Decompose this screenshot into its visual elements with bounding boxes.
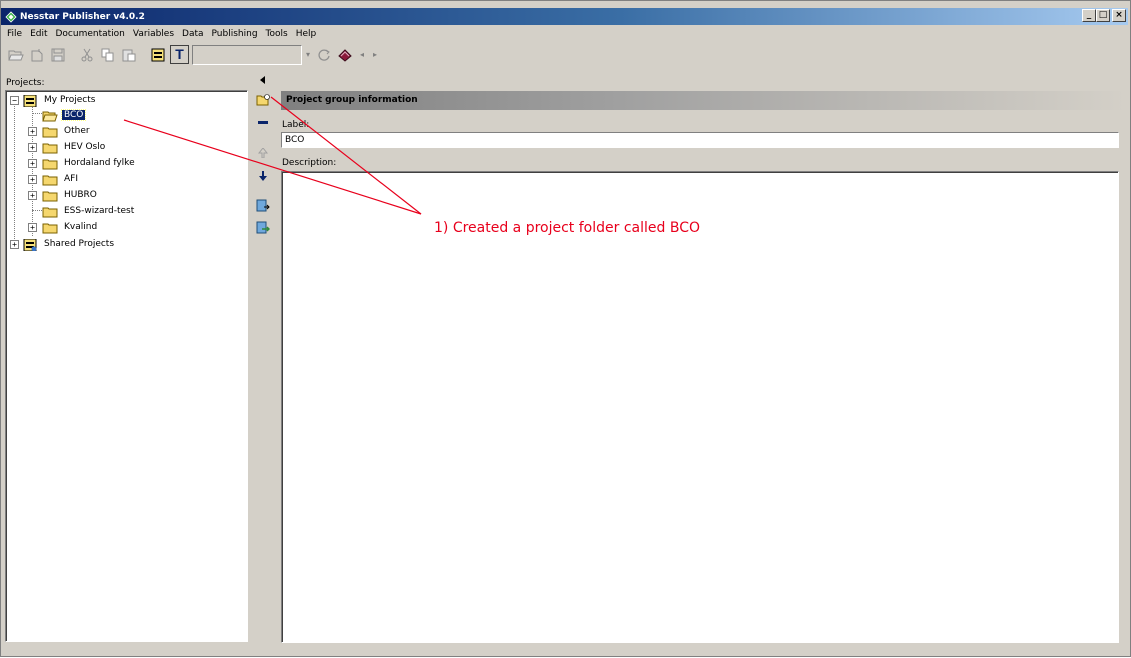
tree-item-label: BCO: [60, 109, 87, 121]
folder-icon: [42, 142, 58, 153]
tree-item-label: Hordaland fylke: [64, 158, 135, 168]
remove-icon[interactable]: [256, 116, 270, 130]
chevron-down-icon[interactable]: ▾: [304, 46, 312, 64]
tree-item-bco[interactable]: BCO: [42, 108, 87, 122]
collapse-panel-icon[interactable]: [256, 73, 270, 87]
minimize-button[interactable]: _: [1082, 9, 1096, 22]
window-title: Nesstar Publisher v4.0.2: [20, 11, 145, 22]
expand-icon[interactable]: +: [28, 126, 37, 136]
expand-icon[interactable]: +: [10, 239, 19, 249]
new-folder-icon[interactable]: [256, 93, 270, 107]
folder-icon: [42, 222, 58, 233]
folder-icon: [42, 190, 58, 201]
project-tree[interactable]: − My Projects BCO + Other + HEV Oslo + H…: [5, 90, 248, 642]
paste-icon[interactable]: [120, 46, 138, 64]
tree-item-kvalind[interactable]: + Kvalind: [28, 220, 99, 234]
forward-arrow-icon[interactable]: ▸: [370, 46, 380, 64]
tree-item-hordaland-fylke[interactable]: + Hordaland fylke: [28, 156, 137, 170]
tree-item-label: Kvalind: [64, 222, 98, 232]
expand-icon[interactable]: +: [28, 190, 37, 200]
menu-bar: File Edit Documentation Variables Data P…: [1, 26, 1130, 42]
main-window: Nesstar Publisher v4.0.2 _ □ × File Edit…: [0, 0, 1131, 657]
export-icon[interactable]: [256, 221, 270, 235]
description-textarea[interactable]: [281, 171, 1119, 643]
tree-item-label: HUBRO: [64, 190, 97, 200]
tree-item-hev-oslo[interactable]: + HEV Oslo: [28, 140, 107, 154]
tree-item-label: ESS-wizard-test: [64, 206, 135, 216]
label-input[interactable]: BCO: [281, 132, 1119, 148]
menu-documentation[interactable]: Documentation: [52, 29, 129, 39]
menu-tools[interactable]: Tools: [262, 29, 292, 39]
menu-data[interactable]: Data: [178, 29, 208, 39]
tree-item-afi[interactable]: + AFI: [28, 172, 80, 186]
description-field-label: Description:: [282, 158, 337, 168]
projects-label: Projects:: [6, 78, 45, 88]
tree-item-label: Shared Projects: [44, 239, 115, 249]
toolbar: T ▾ ◂ ▸: [1, 42, 1130, 67]
folder-icon: [42, 174, 58, 185]
open-icon[interactable]: [7, 46, 25, 64]
open-folder-icon: [42, 110, 58, 121]
tree-item-label: HEV Oslo: [64, 142, 106, 152]
folder-icon: [42, 158, 58, 169]
annotation-text: 1) Created a project folder called BCO: [434, 220, 700, 236]
expand-icon[interactable]: +: [28, 174, 37, 184]
menu-edit[interactable]: Edit: [26, 29, 51, 39]
menu-help[interactable]: Help: [292, 29, 321, 39]
new-icon[interactable]: [28, 46, 46, 64]
expand-icon[interactable]: +: [28, 142, 37, 152]
text-button[interactable]: T: [170, 45, 189, 64]
t-button-wrap: T: [170, 45, 189, 64]
tree-item-my-projects[interactable]: − My Projects: [10, 93, 97, 107]
copy-icon[interactable]: [99, 46, 117, 64]
save-icon[interactable]: [49, 46, 67, 64]
label-field-label: Label:: [282, 120, 310, 130]
menu-file[interactable]: File: [3, 29, 26, 39]
tree-item-other[interactable]: + Other: [28, 124, 92, 138]
database-icon[interactable]: [149, 46, 167, 64]
close-button[interactable]: ×: [1112, 9, 1126, 22]
tree-item-ess-wizard-test[interactable]: ESS-wizard-test: [42, 204, 136, 218]
move-up-icon[interactable]: [256, 146, 270, 160]
import-icon[interactable]: [256, 199, 270, 213]
nesstar-logo-icon: [5, 10, 17, 23]
book-icon[interactable]: [336, 46, 354, 64]
section-header: Project group information: [281, 91, 1127, 110]
expand-icon[interactable]: +: [28, 158, 37, 168]
database-icon: [22, 94, 38, 107]
shared-database-icon: [22, 238, 38, 251]
tree-item-label: AFI: [64, 174, 78, 184]
menu-variables[interactable]: Variables: [129, 29, 178, 39]
back-arrow-icon[interactable]: ◂: [357, 46, 367, 64]
folder-icon: [42, 126, 58, 137]
folder-icon: [42, 206, 58, 217]
collapse-icon[interactable]: −: [10, 95, 19, 105]
expand-icon[interactable]: +: [28, 222, 37, 232]
toolbar-combo[interactable]: [192, 44, 302, 65]
cut-icon[interactable]: [78, 46, 96, 64]
maximize-button[interactable]: □: [1096, 9, 1110, 22]
refresh-icon[interactable]: [315, 46, 333, 64]
move-down-icon[interactable]: [256, 169, 270, 183]
tree-item-shared-projects[interactable]: + Shared Projects: [10, 237, 116, 251]
tree-item-label: My Projects: [44, 95, 96, 105]
tree-item-label: Other: [64, 126, 90, 136]
tree-item-hubro[interactable]: + HUBRO: [28, 188, 99, 202]
title-bar[interactable]: Nesstar Publisher v4.0.2 _ □ ×: [1, 8, 1128, 25]
menu-publishing[interactable]: Publishing: [208, 29, 262, 39]
